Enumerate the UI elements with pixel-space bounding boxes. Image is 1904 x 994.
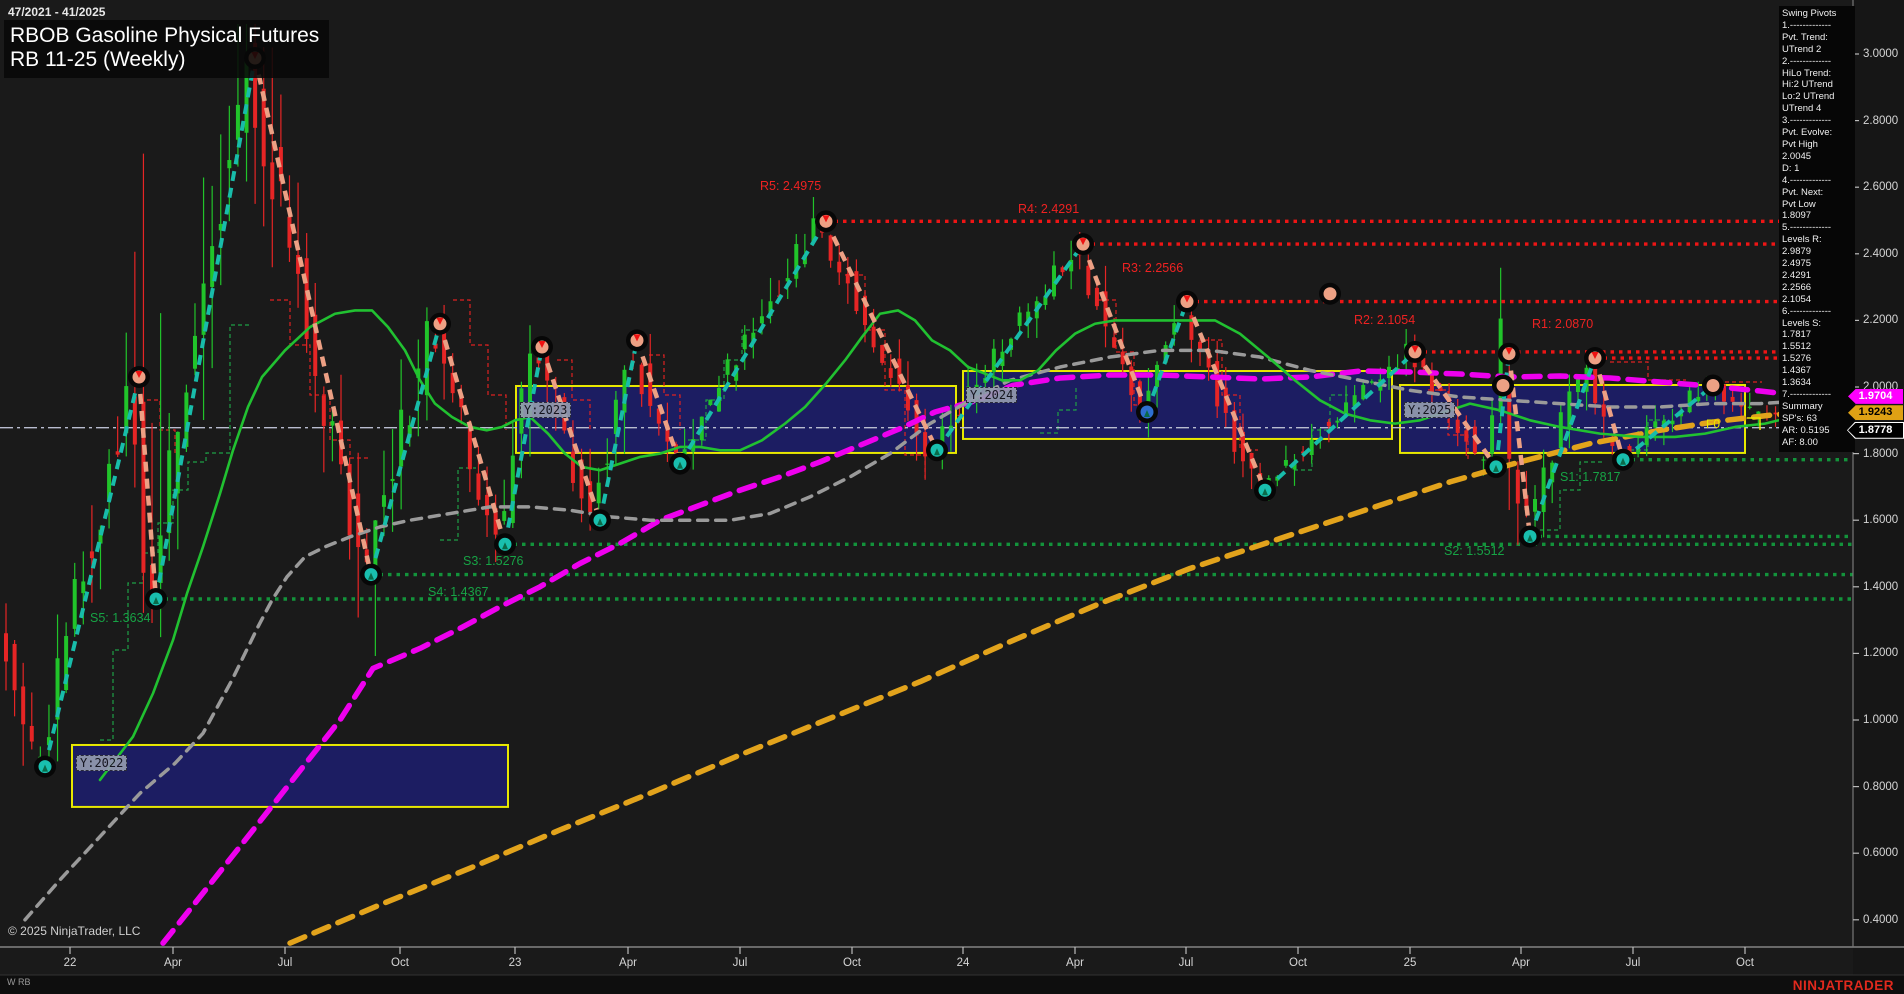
- pivot-panel-line-16: Pvt Low: [1782, 199, 1855, 211]
- price-marker-1.8778: 1.8778: [1848, 423, 1903, 438]
- pivot-panel-line-25: 6.-------------: [1782, 306, 1855, 318]
- ninjatrader-logo: NINJATRADER: [1793, 978, 1894, 993]
- time-axis-label-6[interactable]: Jul: [733, 957, 748, 969]
- price-axis-label-12[interactable]: 0.6000: [1863, 847, 1898, 859]
- year-box-label-2024[interactable]: Y:2024: [966, 387, 1017, 403]
- price-marker-1.9704: 1.9704: [1848, 389, 1903, 404]
- resistance-label-R4: R4: 2.4291: [1018, 202, 1079, 216]
- time-axis-label-4[interactable]: 23: [509, 957, 522, 969]
- time-axis-label-9[interactable]: Apr: [1066, 957, 1084, 969]
- pivot-panel-line-5: HiLo Trend:: [1782, 68, 1855, 80]
- price-marker-1.9243: 1.9243: [1848, 405, 1903, 420]
- pivot-panel-line-15: Pvt. Next:: [1782, 187, 1855, 199]
- pivot-panel-line-14: 4.-------------: [1782, 175, 1855, 187]
- time-axis-label-7[interactable]: Oct: [843, 957, 861, 969]
- pivot-panel-line-0: Swing Pivots: [1782, 8, 1855, 20]
- pivot-panel-line-8: UTrend 4: [1782, 103, 1855, 115]
- price-axis-label-9[interactable]: 1.2000: [1863, 647, 1898, 659]
- time-axis-label-0[interactable]: 22: [64, 957, 77, 969]
- contract-subtitle: RB 11-25 (Weekly): [10, 48, 319, 72]
- resistance-label-R2: R2: 2.1054: [1354, 313, 1415, 327]
- pivot-panel-line-9: 3.-------------: [1782, 115, 1855, 127]
- pivot-panel-line-27: 1.7817: [1782, 329, 1855, 341]
- pivot-panel-line-21: 2.4975: [1782, 258, 1855, 270]
- pivot-panel-line-13: D: 1: [1782, 163, 1855, 175]
- resistance-label-R5: R5: 2.4975: [760, 179, 821, 193]
- time-axis-label-12[interactable]: 25: [1404, 957, 1417, 969]
- time-axis-label-11[interactable]: Oct: [1289, 957, 1307, 969]
- price-axis-label-6[interactable]: 1.8000: [1863, 448, 1898, 460]
- support-label-S5: S5: 1.3634: [90, 611, 151, 625]
- pivot-panel-line-12: 2.0045: [1782, 151, 1855, 163]
- pivot-panel-line-19: Levels R:: [1782, 234, 1855, 246]
- resistance-label-R1: R1: 2.0870: [1532, 317, 1593, 331]
- year-box-label-2023[interactable]: Y:2023: [520, 402, 571, 418]
- pivot-panel-line-1: 1.-------------: [1782, 20, 1855, 32]
- price-axis-label-8[interactable]: 1.4000: [1863, 581, 1898, 593]
- pivot-panel-line-30: 1.4367: [1782, 365, 1855, 377]
- instrument-title: RBOB Gasoline Physical Futures: [10, 24, 319, 48]
- pivot-panel-line-32: 7.-------------: [1782, 389, 1855, 401]
- support-label-S2: S2: 1.5512: [1444, 544, 1505, 558]
- time-axis-label-14[interactable]: Jul: [1626, 957, 1641, 969]
- support-label-S1: S1: 1.7817: [1560, 470, 1621, 484]
- time-axis-label-10[interactable]: Jul: [1179, 957, 1194, 969]
- pivot-panel-line-29: 1.5276: [1782, 353, 1855, 365]
- time-axis-label-15[interactable]: Oct: [1736, 957, 1754, 969]
- date-range-label: 47/2021 - 41/2025: [8, 5, 105, 19]
- pivot-panel-line-2: Pvt. Trend:: [1782, 32, 1855, 44]
- time-axis-label-8[interactable]: 24: [957, 957, 970, 969]
- price-axis-label-7[interactable]: 1.6000: [1863, 514, 1898, 526]
- pivot-panel-line-11: Pvt High: [1782, 139, 1855, 151]
- f0-marker-label: F0: [1706, 417, 1720, 431]
- year-box-label-2022[interactable]: Y:2022: [76, 755, 127, 771]
- price-axis-label-13[interactable]: 0.4000: [1863, 914, 1898, 926]
- time-axis-label-2[interactable]: Jul: [278, 957, 293, 969]
- pivot-panel-line-7: Lo:2 UTrend: [1782, 91, 1855, 103]
- pivot-panel-line-35: AR: 0.5195: [1782, 425, 1855, 437]
- price-axis-label-10[interactable]: 1.0000: [1863, 714, 1898, 726]
- pivot-panel-line-34: SP's: 63: [1782, 413, 1855, 425]
- pivot-panel-line-33: Summary: [1782, 401, 1855, 413]
- pivot-panel-line-23: 2.2566: [1782, 282, 1855, 294]
- price-axis-label-4[interactable]: 2.2000: [1863, 314, 1898, 326]
- pivot-panel-line-28: 1.5512: [1782, 341, 1855, 353]
- resistance-label-R3: R3: 2.2566: [1122, 261, 1183, 275]
- pivot-panel-line-31: 1.3634: [1782, 377, 1855, 389]
- support-label-S4: S4: 1.4367: [428, 585, 489, 599]
- pivot-panel-line-17: 1.8097: [1782, 210, 1855, 222]
- pivot-panel-line-22: 2.4291: [1782, 270, 1855, 282]
- price-axis-label-0[interactable]: 3.0000: [1863, 48, 1898, 60]
- pivot-panel-line-18: 5.-------------: [1782, 222, 1855, 234]
- time-axis-label-5[interactable]: Apr: [619, 957, 637, 969]
- pivot-panel-line-20: 2.9879: [1782, 246, 1855, 258]
- time-axis-label-1[interactable]: Apr: [164, 957, 182, 969]
- price-axis-label-2[interactable]: 2.6000: [1863, 181, 1898, 193]
- year-box-label-2025[interactable]: Y:2025: [1404, 402, 1455, 418]
- price-axis-label-11[interactable]: 0.8000: [1863, 781, 1898, 793]
- swing-pivots-panel: Swing Pivots1.-------------Pvt. Trend:UT…: [1779, 6, 1855, 452]
- price-axis-label-3[interactable]: 2.4000: [1863, 248, 1898, 260]
- pivot-panel-line-36: AF: 8.00: [1782, 437, 1855, 449]
- pivot-panel-line-6: Hi:2 UTrend: [1782, 79, 1855, 91]
- series-tag-label: W RB: [7, 977, 31, 987]
- time-axis-label-13[interactable]: Apr: [1512, 957, 1530, 969]
- copyright-label: © 2025 NinjaTrader, LLC: [8, 924, 140, 938]
- chart-title-box: RBOB Gasoline Physical Futures RB 11-25 …: [4, 20, 329, 78]
- pivot-panel-line-3: UTrend 2: [1782, 44, 1855, 56]
- chart-window: R5: 2.4975 R4: 2.4291 R3: 2.2566 R2: 2.1054…: [0, 0, 1904, 994]
- support-label-S3: S3: 1.5276: [463, 554, 524, 568]
- chart-canvas[interactable]: R5: 2.4975 R4: 2.4291 R3: 2.2566 R2: 2.1054…: [0, 0, 1904, 994]
- pivot-panel-line-24: 2.1054: [1782, 294, 1855, 306]
- pivot-panel-line-4: 2.-------------: [1782, 56, 1855, 68]
- time-axis-label-3[interactable]: Oct: [391, 957, 409, 969]
- pivot-panel-line-26: Levels S:: [1782, 318, 1855, 330]
- price-axis-label-1[interactable]: 2.8000: [1863, 115, 1898, 127]
- pivot-panel-line-10: Pvt. Evolve:: [1782, 127, 1855, 139]
